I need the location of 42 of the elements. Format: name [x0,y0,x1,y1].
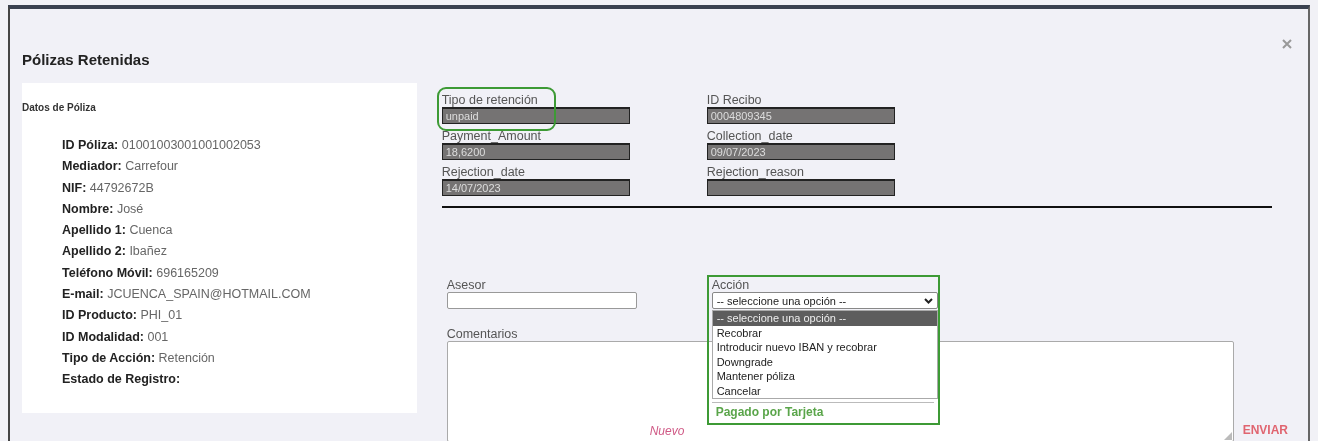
readonly-field[interactable]: 0004809345 [706,107,895,124]
field-label: Rejection_date [441,165,526,179]
field-label: Rejection_reason [706,165,804,179]
readonly-field[interactable]: 18,6200 [441,143,630,160]
readonly-field[interactable]: 09/07/2023 [706,143,895,160]
dropdown-option[interactable]: -- seleccione una opción -- [712,311,937,326]
payment-note: Pagado por Tarjeta [711,402,934,421]
action-dropdown[interactable]: -- seleccione una opción -- [711,292,938,309]
dropdown-option[interactable]: Mantener póliza [712,369,937,384]
readonly-field[interactable] [706,179,895,196]
policy-detail: ID Modalidad: 001 [62,328,169,345]
policy-detail: Tipo de Acción: Retención [62,349,215,366]
close-icon[interactable] [1282,39,1292,49]
field-label: Payment_Amount [441,129,541,143]
dropdown-option[interactable]: Downgrade [712,354,937,369]
field-label: Asesor [446,278,486,292]
chevron-icon [923,297,933,304]
field-label: Collection_date [706,129,793,143]
resize-grip-icon[interactable] [1223,432,1232,440]
readonly-field[interactable]: 14/07/2023 [441,179,630,196]
dialog-title: Pólizas Retenidas [22,51,150,68]
policy-detail: Mediador: Carrefour [62,158,178,175]
policy-detail: ID Póliza: 01001003001001002053 [62,137,261,153]
policy-detail: Apellido 2: Ibañez [62,243,167,260]
policy-detail: Nombre: José [62,200,144,217]
field-label: Comentarios [446,327,518,341]
field-label: Tipo de retención [441,93,538,107]
policy-detail: ID Producto: PHI_01 [62,307,183,324]
policy-detail: NIF: 44792672B [62,179,154,196]
dropdown-option[interactable]: Recobrar [712,325,937,340]
policy-detail: E-mail: JCUENCA_SPAIN@HOTMAIL.COM [62,286,311,303]
policy-detail: Apellido 1: Cuenca [62,222,173,239]
advisor-field[interactable] [446,292,637,309]
panel-heading: Datos de Póliza [22,102,96,113]
policy-detail: Teléfono Móvil: 696165209 [62,264,219,281]
dropdown-option[interactable]: Introducir nuevo IBAN y recobrar [712,340,937,355]
new-label: Nuevo [649,424,685,438]
field-label: Acción [711,278,750,292]
policy-detail: Estado de Registro: [62,371,181,388]
dropdown-option[interactable]: Cancelar [712,383,937,398]
field-label: ID Recibo [706,93,762,107]
readonly-field[interactable]: unpaid [441,107,630,124]
